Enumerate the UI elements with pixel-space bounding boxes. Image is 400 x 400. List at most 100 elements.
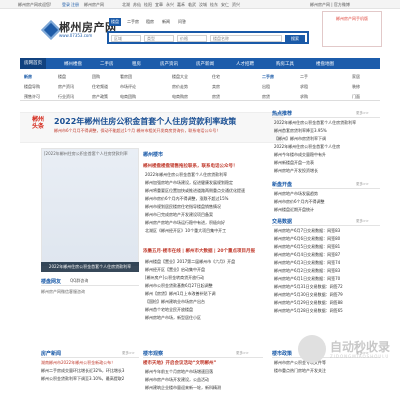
subnav-link[interactable]: 求租 — [300, 84, 308, 90]
list-item[interactable]: 郴州将重要区位置加快或推进道路两侧重点交通优化提速 — [145, 188, 281, 196]
subnav-link[interactable]: 求购 — [300, 94, 308, 100]
list-item[interactable]: 北湖区《郴州经开区》10个重大项目集中开工 — [145, 228, 281, 236]
subnav-link[interactable]: 房贷 — [212, 94, 220, 100]
list-item[interactable]: 楼市重点热门房地产开发关注 — [274, 368, 380, 376]
list-item[interactable]: 郴州房地产5月30日交易数据：网签79 — [274, 292, 380, 300]
more-link[interactable]: 更多>> — [356, 182, 369, 187]
subnav-cat[interactable]: 新房 — [24, 74, 32, 80]
subnav-link[interactable]: 楼盘大全 — [172, 74, 188, 80]
nav-item[interactable]: 郴州楼盘 — [64, 61, 82, 67]
city-link[interactable]: 桂东 — [210, 2, 218, 8]
list-item[interactable]: 2022年郴州住房公积金首套个人住房贷款利率 — [145, 172, 281, 180]
list-item[interactable]: 郴州市规划居民楼房住宅指导楼盘销售情况 — [145, 204, 281, 212]
type-select[interactable]: 类型 — [144, 35, 174, 42]
city-link[interactable]: 嘉禾 — [177, 2, 185, 8]
nav-item[interactable]: 人才招聘 — [236, 61, 254, 67]
more-link[interactable]: 更多>> — [356, 219, 369, 224]
nav-item[interactable]: 租房 — [132, 61, 141, 67]
list-item[interactable]: 2022年郴州住房公积金首套个人住房 — [274, 144, 380, 152]
register-link[interactable]: 注册 — [71, 2, 79, 8]
center-headline[interactable]: 郴州楼盘楼盘销售拖拉联系，联系电话公众号！ — [143, 163, 281, 169]
city-link[interactable]: 临武 — [188, 2, 196, 8]
list-item[interactable]: 郴州市房价6个月内不得调整，涨跌不超过15% — [145, 196, 281, 204]
login-link[interactable]: 登录 — [62, 2, 70, 8]
list-item[interactable]: 郴州房地产6月6日交易数据：网签80 — [274, 236, 380, 244]
list-item[interactable]: 湖南郴州市2022年郴州公积金新政公布！ — [41, 360, 139, 368]
weibo-link[interactable]: 郴州房产网 | 官方微博 — [310, 2, 350, 8]
city-link[interactable]: 资兴 — [232, 2, 240, 8]
list-item[interactable]: 郴州经开区【置业】启动集中开盘 — [145, 267, 281, 275]
list-item[interactable]: 郴州房地产市场，新型居住小区 — [145, 315, 281, 323]
nav-item[interactable]: 购房工具 — [276, 61, 294, 67]
list-item[interactable]: 郴州房地产6月5日交易数据：网签81 — [274, 244, 380, 252]
subnav-link[interactable]: 卖房 — [212, 84, 220, 90]
list-item[interactable]: 郴州加强房地产市场建设，促进健康发展规划稳定 — [145, 180, 281, 188]
list-item[interactable]: [郴州房产]公积金转商贷开放行动 — [145, 275, 281, 283]
headline-subtitle[interactable]: 郴州市6个月月不得调整，保动不能超过1个月 郴州市相关开发商房贷询价，联系电话公… — [54, 128, 282, 134]
subnav-link[interactable]: 电商购房 — [172, 94, 188, 100]
list-item[interactable]: 郴州首个宅地全民开放楼盘 — [145, 307, 281, 315]
list-item[interactable]: 【国检】郴州建筑业市场房产出台 — [145, 299, 281, 307]
list-item[interactable]: 郴州今年楼市成交量稳中有升 — [274, 152, 380, 160]
subnav-link[interactable]: 房价走势 — [172, 84, 188, 90]
site-logo[interactable]: 郴州房产网 www.07353.com — [41, 17, 116, 49]
home-link[interactable]: 郴州房产网 — [84, 2, 104, 8]
subnav-link[interactable]: 预售许可 — [24, 94, 40, 100]
feature-photo[interactable]: [2022年郴州住房公积金首套个人住房贷款利率 — [41, 148, 139, 266]
subnav-link[interactable]: 市场评论 — [120, 84, 136, 90]
subnav-cat[interactable]: 二手房 — [262, 74, 274, 80]
center-section2-title[interactable]: 浓墨五月·楼市在线 | 郴州市大数据 | 20个重点项目月报 — [143, 248, 281, 254]
subnav-link[interactable]: 门面 — [352, 94, 360, 100]
nav-home[interactable]: 房网首页 — [20, 58, 46, 69]
city-link[interactable]: 北湖 — [122, 2, 130, 8]
list-item[interactable]: 郴州市公积金贷款基数6月27日起调整 — [145, 283, 281, 291]
more-link[interactable]: 更多>> — [236, 351, 249, 356]
bottom-mid-headline[interactable]: 楼市天地》开启会议活动“文明郴州” — [143, 360, 263, 366]
list-item[interactable]: 郴州房地产6月7日交易数据：网签83 — [274, 228, 380, 236]
city-link[interactable]: 桂阳 — [144, 2, 152, 8]
list-item[interactable]: 郴州首套房贷利率降至3.95% — [274, 128, 380, 136]
list-item[interactable]: 郴州今年前五个月房地产市场增速回落 — [145, 369, 263, 377]
list-item[interactable]: 郴州房地产6月1日交易数据：网签70 — [274, 276, 380, 284]
subnav-link[interactable]: 行业资讯 — [58, 94, 74, 100]
list-item[interactable]: 郴州房地产市场发展趋势 — [274, 191, 380, 199]
list-item[interactable]: 郴州市房产市场开发建设，公益活动 — [145, 377, 263, 385]
list-item[interactable]: 郴州房地产6月4日交易数据：网签87 — [274, 252, 380, 260]
city-link[interactable]: 汝城 — [199, 2, 207, 8]
list-item[interactable]: 郴州新楼盘开盘一览表 — [274, 160, 380, 168]
search-tab-qa[interactable]: 问答 — [178, 19, 186, 25]
more-link[interactable]: 更多>> — [356, 111, 369, 116]
mobile-ad[interactable]: 郴州房产网手机版 — [322, 11, 382, 47]
list-item[interactable]: 郴州楼盘【置业】2017第二届郴州市《六月》开盘 — [145, 259, 281, 267]
city-link[interactable]: 苏仙 — [133, 2, 141, 8]
list-item[interactable]: 郴州市房价6个月内不得调整 — [274, 199, 380, 207]
subnav-link[interactable]: 二手 — [300, 74, 308, 80]
search-input[interactable]: 楼盘名称 — [210, 35, 282, 42]
region-select[interactable]: 区域 — [111, 35, 141, 42]
nav-item[interactable]: 房产资讯 — [160, 61, 178, 67]
nav-item[interactable]: 房产新闻 — [196, 61, 214, 67]
feature-photo-caption[interactable]: 2022年郴州住房公积金首套个人住房贷款利率 — [41, 262, 139, 272]
list-item[interactable]: 郴州房地产6月3日交易数据：网签74 — [274, 260, 380, 268]
subnav-link[interactable]: 电商团购 — [120, 94, 136, 100]
list-item[interactable]: 郴州公积金贷款利率下调至3.10%，最高提取2 — [41, 376, 139, 384]
nav-item[interactable]: 楼盘地图 — [316, 61, 334, 67]
search-tab-news[interactable]: 新闻 — [162, 19, 170, 25]
list-item[interactable]: 郴州房地产5月29日交易数据：网签88 — [274, 300, 380, 308]
list-item[interactable]: 郴州房地产6月2日交易数据：网签83 — [274, 268, 380, 276]
subnav-link[interactable]: 装修 — [352, 84, 360, 90]
subnav-link[interactable]: 住宅频道 — [92, 84, 108, 90]
headline-title[interactable]: 2022年郴州住房公积金首套个人住房贷款利率政策 — [54, 116, 236, 127]
list-item[interactable]: 郴州市已完成房地产开发建设项目备案 — [145, 212, 281, 220]
more-link[interactable]: 更多>> — [122, 351, 135, 356]
subnav-link[interactable]: 楼盘 — [58, 74, 66, 80]
list-item[interactable]: 郴州楼盘近期开盘统计 — [274, 207, 380, 215]
search-tab-ershou[interactable]: 二手房 — [127, 19, 139, 25]
list-item[interactable]: 郴州建筑企业楼市量迎来新一轮，新科精测 — [145, 385, 263, 393]
subnav-link[interactable]: 住宅 — [212, 74, 220, 80]
list-item[interactable]: 郴州房地产5月31日交易数据：网签72 — [274, 284, 380, 292]
city-link[interactable]: 宜章 — [155, 2, 163, 8]
subnav-link[interactable]: 出租 — [262, 84, 270, 90]
qq-link[interactable]: QQ群咨询 — [70, 278, 88, 284]
search-tab-zufang[interactable]: 租房 — [146, 19, 154, 25]
